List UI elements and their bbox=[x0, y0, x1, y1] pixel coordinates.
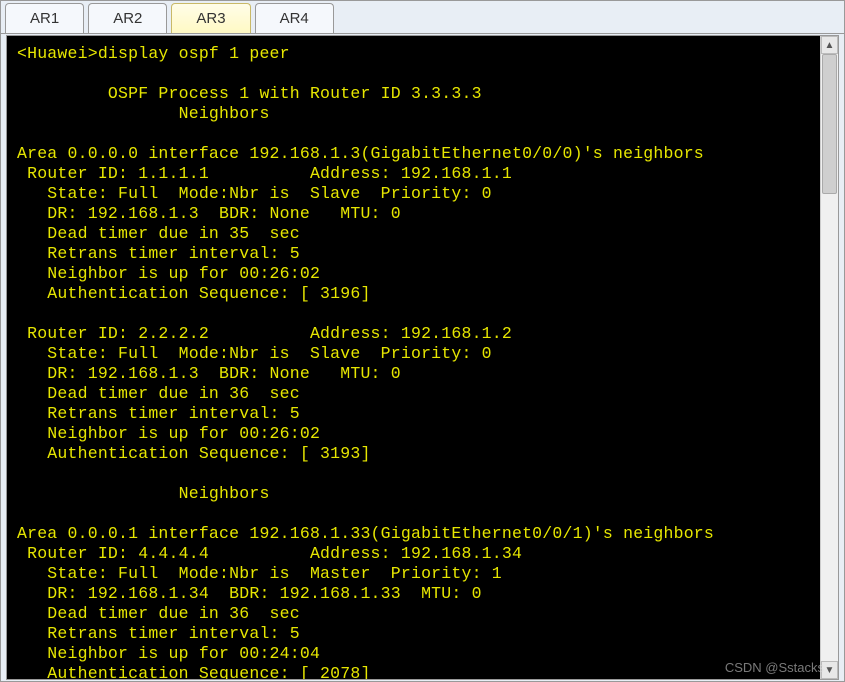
scrollbar[interactable]: ▲ ▼ bbox=[820, 36, 838, 679]
cli-header-neighbors: Neighbors bbox=[17, 104, 270, 123]
cli-n2-dr: DR: 192.168.1.3 BDR: None MTU: 0 bbox=[17, 364, 401, 383]
cli-n2-state: State: Full Mode:Nbr is Slave Priority: … bbox=[17, 344, 492, 363]
cli-n3-dr: DR: 192.168.1.34 BDR: 192.168.1.33 MTU: … bbox=[17, 584, 482, 603]
cli-area1: Area 0.0.0.1 interface 192.168.1.33(Giga… bbox=[17, 524, 714, 543]
cli-n3-state: State: Full Mode:Nbr is Master Priority:… bbox=[17, 564, 502, 583]
cli-n3-dead: Dead timer due in 36 sec bbox=[17, 604, 300, 623]
cli-header-neighbors2: Neighbors bbox=[17, 484, 270, 503]
cli-n3-up: Neighbor is up for 00:24:04 bbox=[17, 644, 320, 663]
tabs-bar: AR1 AR2 AR3 AR4 bbox=[1, 1, 844, 34]
cli-header-process: OSPF Process 1 with Router ID 3.3.3.3 bbox=[17, 84, 482, 103]
scroll-down-button[interactable]: ▼ bbox=[821, 661, 838, 679]
cli-n1-retrans: Retrans timer interval: 5 bbox=[17, 244, 300, 263]
cli-n3-auth: Authentication Sequence: [ 2078] bbox=[17, 664, 371, 679]
tab-ar3[interactable]: AR3 bbox=[171, 3, 250, 33]
cli-n2-rid: Router ID: 2.2.2.2 Address: 192.168.1.2 bbox=[17, 324, 512, 343]
cli-n2-auth: Authentication Sequence: [ 3193] bbox=[17, 444, 371, 463]
cli-n1-up: Neighbor is up for 00:26:02 bbox=[17, 264, 320, 283]
scroll-up-button[interactable]: ▲ bbox=[821, 36, 838, 54]
cli-n1-dead: Dead timer due in 35 sec bbox=[17, 224, 300, 243]
tab-ar4[interactable]: AR4 bbox=[255, 3, 334, 33]
cli-n3-retrans: Retrans timer interval: 5 bbox=[17, 624, 300, 643]
cli-n1-dr: DR: 192.168.1.3 BDR: None MTU: 0 bbox=[17, 204, 401, 223]
console-wrap: <Huawei>display ospf 1 peer OSPF Process… bbox=[6, 35, 839, 680]
cli-n2-retrans: Retrans timer interval: 5 bbox=[17, 404, 300, 423]
cli-n1-auth: Authentication Sequence: [ 3196] bbox=[17, 284, 371, 303]
cli-n2-up: Neighbor is up for 00:26:02 bbox=[17, 424, 320, 443]
cli-area0: Area 0.0.0.0 interface 192.168.1.3(Gigab… bbox=[17, 144, 704, 163]
cli-n2-dead: Dead timer due in 36 sec bbox=[17, 384, 300, 403]
tab-ar2[interactable]: AR2 bbox=[88, 3, 167, 33]
cli-prompt: <Huawei>display ospf 1 peer bbox=[17, 44, 290, 63]
cli-n1-state: State: Full Mode:Nbr is Slave Priority: … bbox=[17, 184, 492, 203]
scroll-thumb[interactable] bbox=[822, 54, 837, 194]
tab-ar1[interactable]: AR1 bbox=[5, 3, 84, 33]
cli-n1-rid: Router ID: 1.1.1.1 Address: 192.168.1.1 bbox=[17, 164, 512, 183]
terminal-output[interactable]: <Huawei>display ospf 1 peer OSPF Process… bbox=[7, 36, 820, 679]
cli-n3-rid: Router ID: 4.4.4.4 Address: 192.168.1.34 bbox=[17, 544, 522, 563]
